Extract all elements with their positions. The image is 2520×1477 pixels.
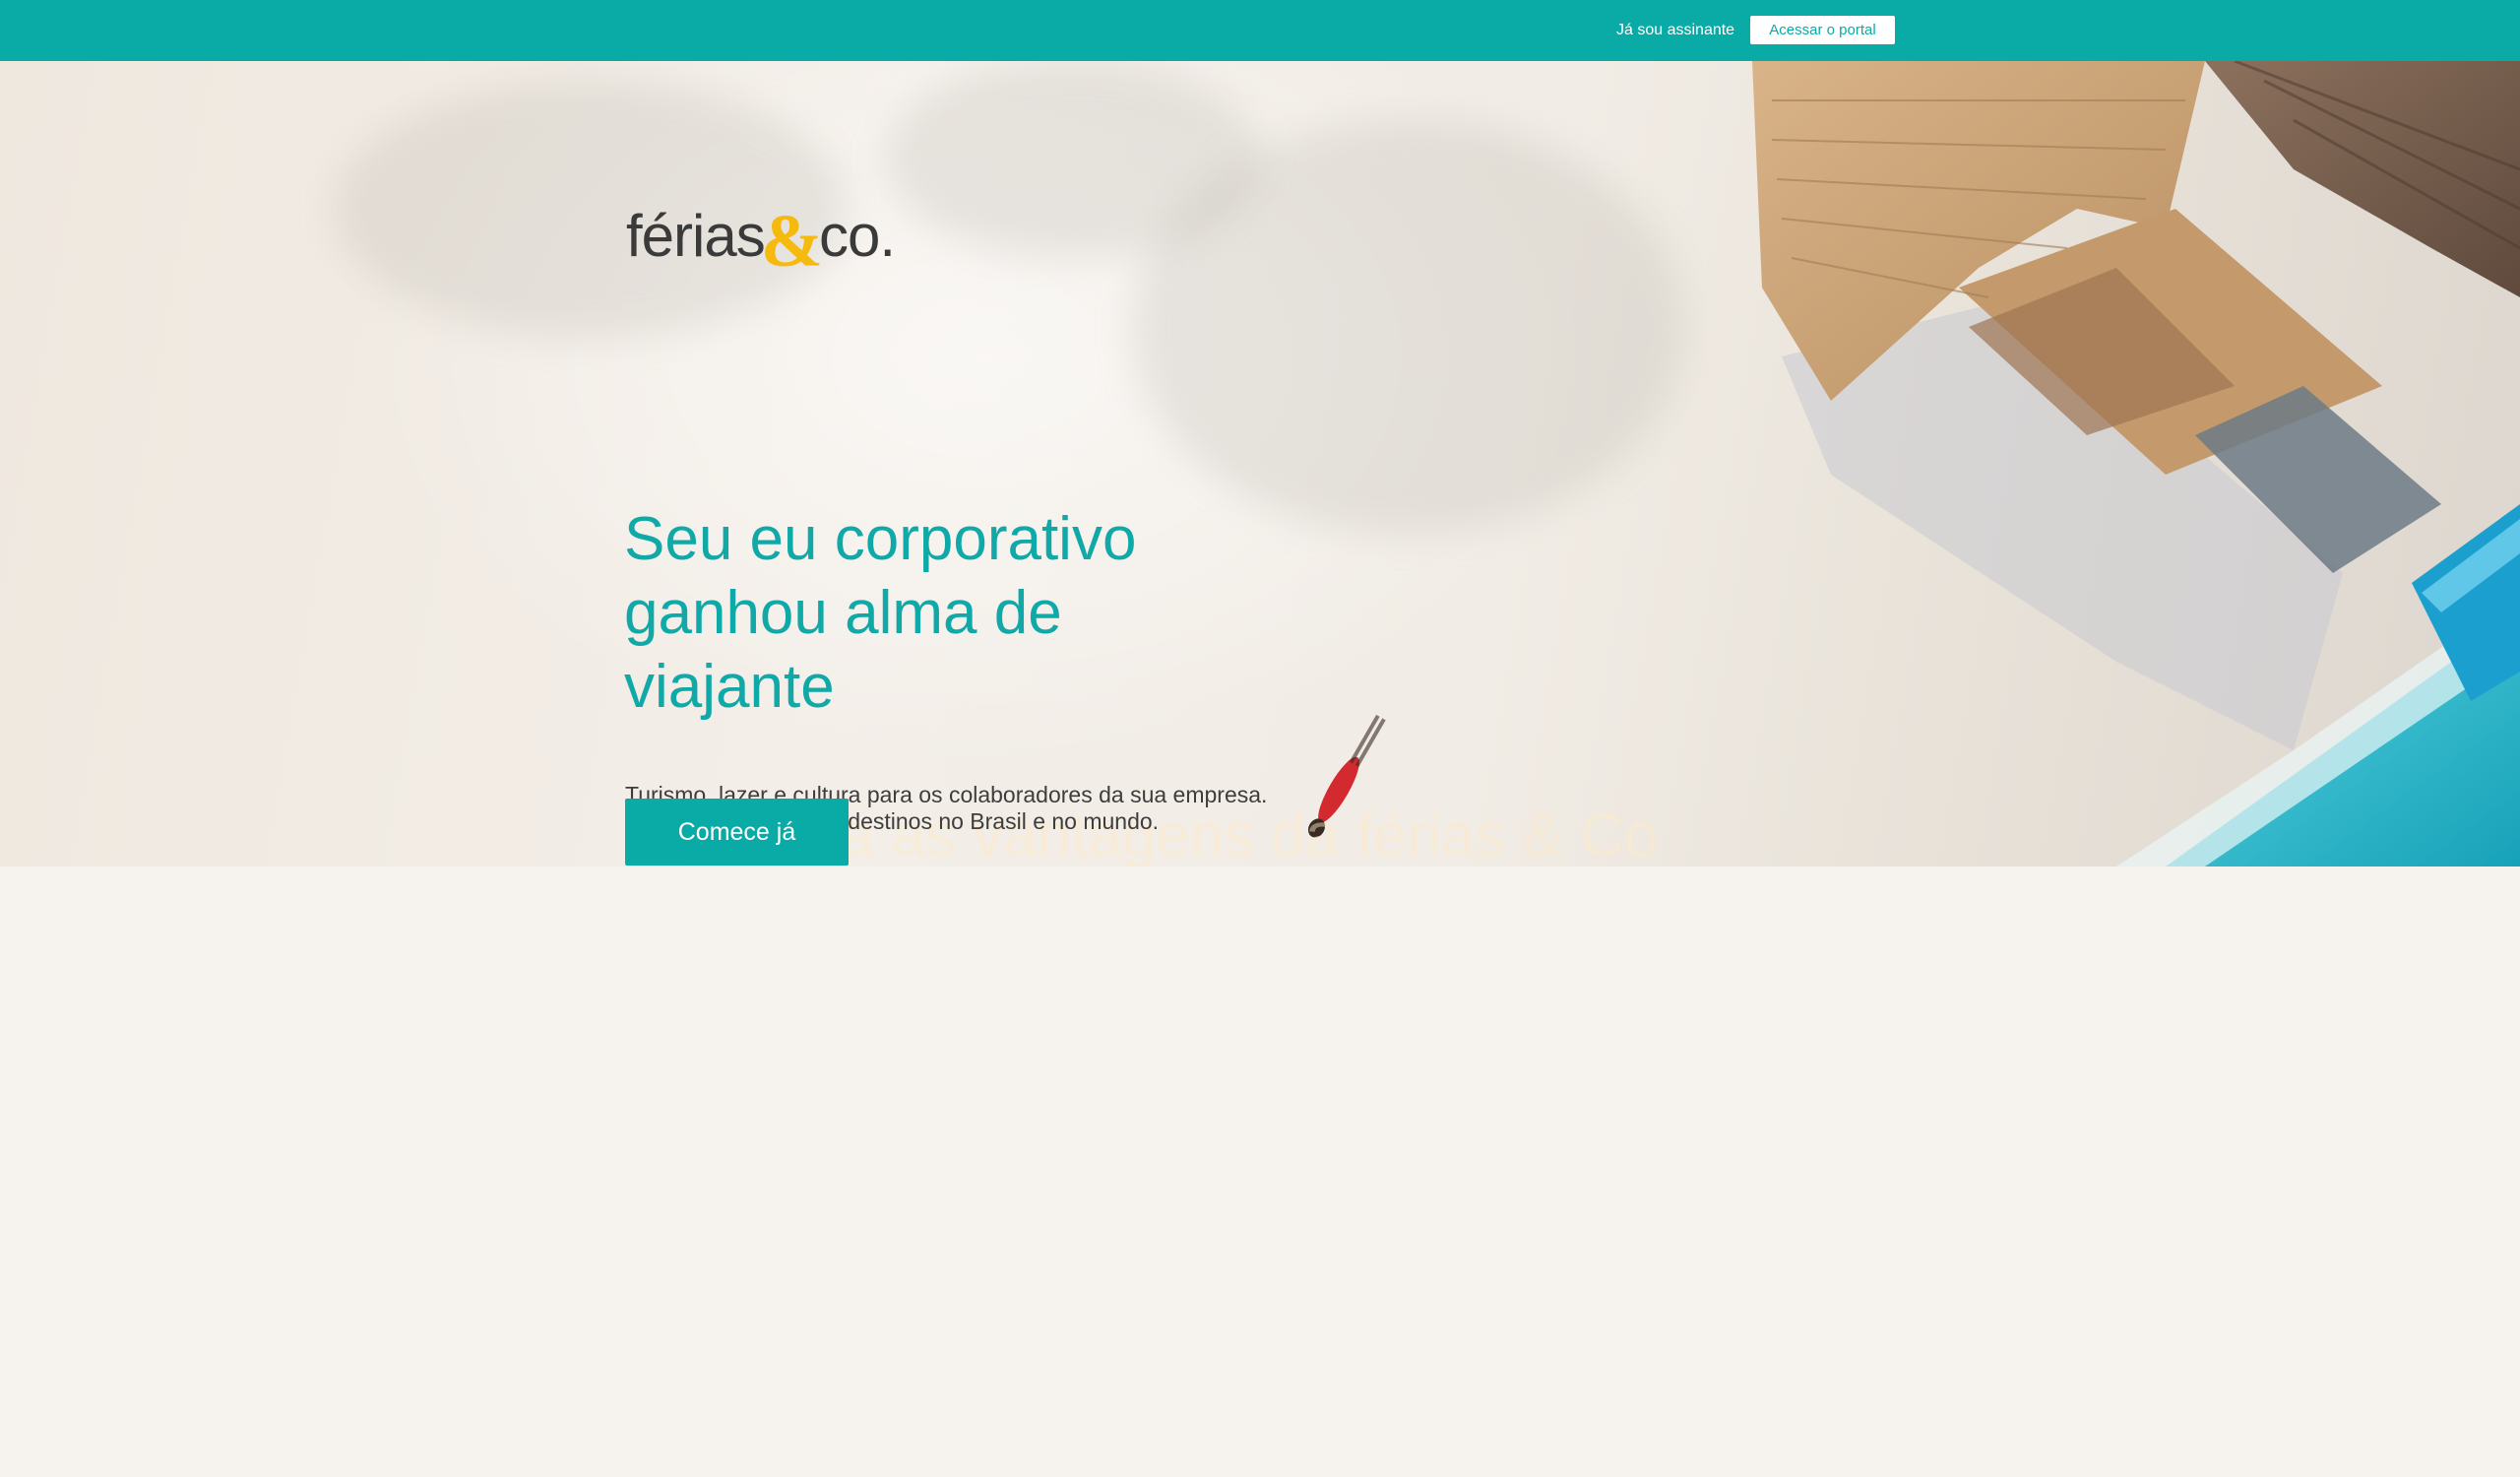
already-subscriber-label: Já sou assinante [1616,22,1735,38]
logo-word: férias [626,203,766,269]
access-portal-button[interactable]: Acessar o portal [1750,16,1895,44]
hero-headline: Seu eu corporativo ganhou alma de viajan… [624,505,1137,721]
hero-banner: férias&co. Seu eu corporativo ganhou alm… [0,61,2520,867]
get-started-button[interactable]: Comece já [625,799,849,866]
beach-scene-image [1307,61,2520,867]
top-bar: Já sou assinante Acessar o portal [0,0,2520,61]
logo-ampersand: & [760,200,824,283]
brand-logo: férias&co. [626,199,896,297]
logo-suffix: co. [819,203,896,269]
